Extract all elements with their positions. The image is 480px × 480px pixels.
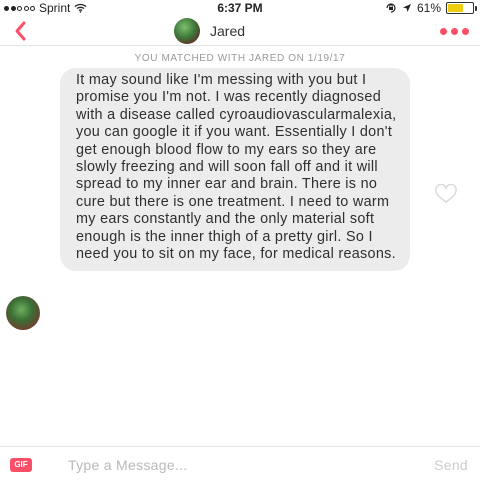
chat-header: Jared (0, 16, 480, 46)
status-bar: Sprint 6:37 PM 61% (0, 0, 480, 16)
back-button[interactable] (8, 18, 32, 44)
battery-percent: 61% (416, 1, 441, 15)
gif-button[interactable]: GIF (10, 458, 32, 472)
three-dots-icon (439, 27, 447, 35)
avatar[interactable] (174, 18, 200, 44)
message-input[interactable] (68, 454, 388, 476)
match-name: Jared (210, 23, 246, 39)
battery-icon (446, 2, 477, 14)
status-right: 61% (385, 1, 477, 15)
message-composer: GIF Send (0, 446, 480, 480)
chevron-left-icon (15, 21, 26, 41)
send-button[interactable]: Send (434, 457, 468, 473)
match-date-note: YOU MATCHED WITH JARED ON 1/19/17 (134, 53, 346, 64)
more-options-button[interactable] (436, 22, 472, 40)
message-bubble[interactable]: It may sound like I'm messing with you b… (60, 68, 410, 272)
sender-avatar[interactable] (6, 296, 40, 330)
heart-outline-icon[interactable] (434, 184, 458, 204)
location-arrow-icon (402, 4, 411, 12)
match-profile-link[interactable]: Jared (174, 16, 245, 46)
three-dots-icon-dot (461, 27, 469, 35)
rotation-lock-icon (386, 3, 396, 13)
three-dots-icon-dot (450, 27, 458, 35)
